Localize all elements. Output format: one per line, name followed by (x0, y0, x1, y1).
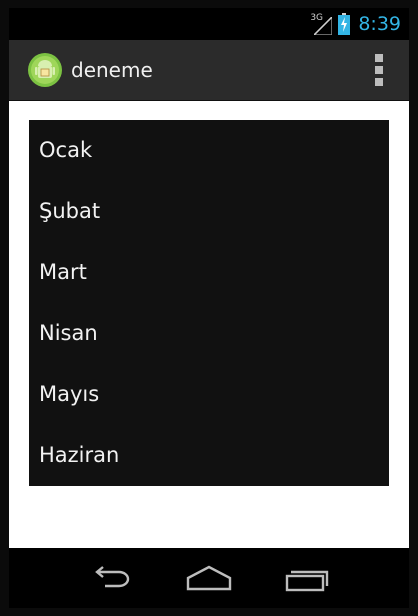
battery-charging-icon (338, 13, 351, 35)
navigation-bar (9, 548, 409, 608)
main-content: Ocak Şubat Mart Nisan Mayıs Haziran (9, 101, 409, 548)
overflow-dot (375, 78, 383, 86)
back-icon[interactable] (85, 562, 137, 594)
android-app-icon[interactable] (27, 52, 63, 88)
list-item[interactable]: Mart (29, 242, 389, 303)
list-item[interactable]: Mayıs (29, 364, 389, 425)
list-item[interactable]: Haziran (29, 425, 389, 486)
home-icon[interactable] (183, 562, 235, 594)
overflow-dot (375, 54, 383, 62)
list-item[interactable]: Ocak (29, 120, 389, 181)
recents-icon[interactable] (281, 562, 333, 594)
status-icons: 3G 8:39 (310, 8, 401, 40)
action-bar: deneme (9, 40, 409, 100)
overflow-menu-icon[interactable] (373, 54, 385, 86)
overflow-dot (375, 66, 383, 74)
list-item[interactable]: Şubat (29, 181, 389, 242)
status-clock: 8:39 (358, 13, 401, 35)
status-bar: 3G 8:39 (9, 8, 409, 40)
month-list: Ocak Şubat Mart Nisan Mayıs Haziran (29, 120, 389, 486)
signal-icon: 3G (310, 13, 333, 35)
device-frame: 3G 8:39 deneme Ocak Şubat Mart Nisan May… (0, 0, 418, 616)
app-title: deneme (71, 58, 153, 82)
list-item[interactable]: Nisan (29, 303, 389, 364)
